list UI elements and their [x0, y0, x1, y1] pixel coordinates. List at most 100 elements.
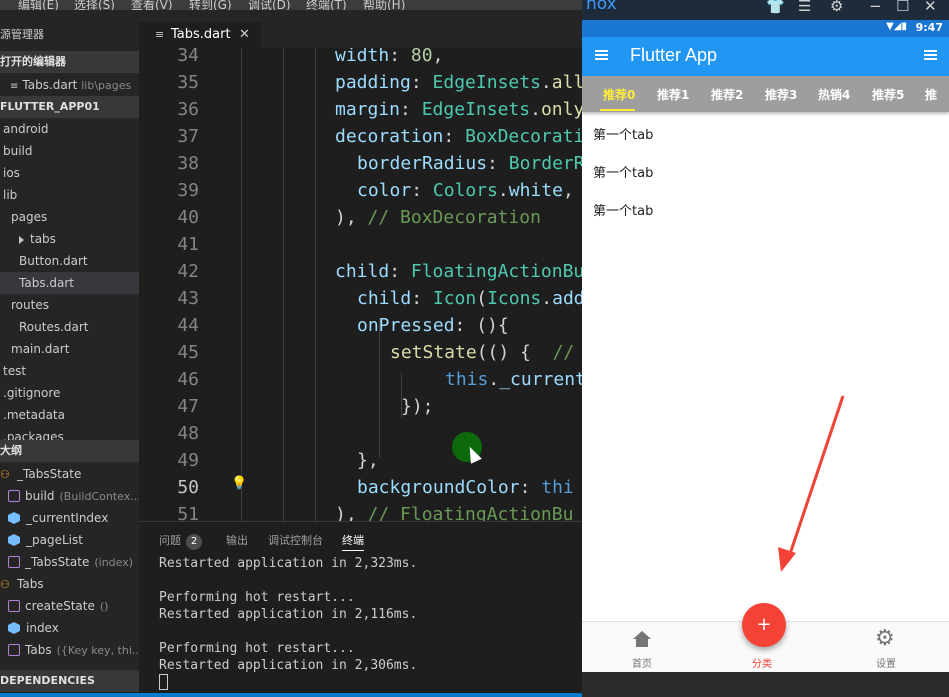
- outline-item-label: _TabsState: [17, 467, 82, 481]
- field-icon: [8, 534, 20, 546]
- tree-item[interactable]: lib: [0, 184, 139, 206]
- outline-item[interactable]: ⚇ Tabs: [0, 573, 139, 595]
- tree-item[interactable]: android: [0, 118, 139, 140]
- outline-item[interactable]: Tabs ({Key key, thi...: [0, 639, 139, 661]
- indent-guide: [379, 318, 380, 458]
- shirt-icon[interactable]: 👕: [766, 0, 785, 15]
- tab-item[interactable]: 推荐5: [872, 86, 904, 103]
- code-line: padding: EdgeInsets.all: [335, 72, 582, 93]
- menu-debug[interactable]: 调试(D): [248, 0, 291, 10]
- android-status-bar: ▼◢▮ 9:47: [582, 20, 949, 37]
- tree-item-label: Routes.dart: [19, 320, 89, 334]
- terminal-line: Performing hot restart...: [159, 641, 355, 656]
- method-icon: [8, 600, 20, 612]
- menu-edit[interactable]: 编辑(E): [18, 0, 59, 10]
- tree-item[interactable]: Tabs.dart: [0, 272, 139, 294]
- chevron-right-icon: [19, 235, 24, 244]
- line-number: 48: [177, 423, 199, 444]
- code-line: decoration: BoxDecoratio: [335, 126, 582, 147]
- tree-item[interactable]: .metadata: [0, 404, 139, 426]
- menu-selection[interactable]: 选择(S): [74, 0, 115, 10]
- line-number: 47: [177, 396, 199, 417]
- tree-item[interactable]: test: [0, 360, 139, 382]
- dart-file-icon: ≡: [155, 28, 165, 41]
- annotation-arrow: [778, 395, 845, 572]
- menu-terminal[interactable]: 终端(T): [306, 0, 347, 10]
- tab-debug-console[interactable]: 调试控制台: [268, 532, 323, 548]
- code-line: },: [357, 450, 379, 471]
- tree-item[interactable]: build: [0, 140, 139, 162]
- tab-item[interactable]: 推: [925, 86, 937, 103]
- tree-item[interactable]: ios: [0, 162, 139, 184]
- code-line: margin: EdgeInsets.only: [335, 99, 582, 120]
- outline-item[interactable]: createState (): [0, 595, 139, 617]
- editor-tab-label: Tabs.dart: [171, 27, 231, 42]
- tree-item-label: Button.dart: [19, 254, 88, 268]
- tab-item[interactable]: 推荐0: [603, 86, 635, 103]
- tree-item[interactable]: Routes.dart: [0, 316, 139, 338]
- line-number: 36: [177, 99, 199, 120]
- drawer-menu-icon[interactable]: [595, 50, 608, 60]
- code-line: color: Colors.white,: [357, 180, 574, 201]
- tree-item[interactable]: pages: [0, 206, 139, 228]
- open-editors-header[interactable]: 打开的编辑器: [0, 51, 139, 73]
- tree-item[interactable]: Button.dart: [0, 250, 139, 272]
- dependencies-header[interactable]: DEPENDENCIES: [0, 670, 139, 692]
- line-number: 38: [177, 153, 199, 174]
- tab-indicator: [600, 109, 635, 111]
- tree-item-label: Tabs.dart: [19, 276, 74, 290]
- tab-item[interactable]: 热销4: [818, 86, 850, 103]
- tab-item[interactable]: 推荐1: [657, 86, 689, 103]
- outline-item[interactable]: build (BuildContex...: [0, 485, 139, 507]
- tree-item-label: lib: [3, 188, 18, 202]
- outline-item[interactable]: _currentIndex: [0, 507, 139, 529]
- code-editor[interactable]: 34 35 36 37 38 39 40 41 42 43 44 45 46 47 48 49 50 51 wid…: [139, 48, 582, 521]
- code-line: });: [401, 396, 434, 417]
- outline-item[interactable]: _TabsState (index): [0, 551, 139, 573]
- gear-icon[interactable]: ⚙: [830, 0, 843, 15]
- file-close-icon[interactable]: ≡: [10, 81, 18, 92]
- terminal-line: Performing hot restart...: [159, 590, 355, 605]
- menu-help[interactable]: 帮助(H): [363, 0, 405, 10]
- explorer-title: 源管理器: [0, 28, 44, 41]
- minimize-icon[interactable]: −: [869, 0, 882, 15]
- project-header[interactable]: FLUTTER_APP01: [0, 96, 139, 118]
- end-drawer-menu-icon[interactable]: [924, 50, 937, 60]
- editor-tab-tabs-dart[interactable]: ≡ Tabs.dart ✕: [139, 22, 261, 48]
- menu-goto[interactable]: 转到(G): [189, 0, 232, 10]
- tree-item-label: routes: [11, 298, 49, 312]
- line-number: 34: [177, 48, 199, 66]
- menu-icon[interactable]: ☰: [798, 0, 811, 15]
- add-icon: +: [756, 614, 772, 635]
- tree-item[interactable]: tabs: [0, 228, 139, 250]
- arrow-shaft: [786, 395, 845, 561]
- open-editor-item[interactable]: ≡ Tabs.dart lib\pages: [0, 74, 139, 96]
- tab-output[interactable]: 输出: [226, 532, 248, 548]
- lightbulb-icon[interactable]: 💡: [231, 476, 247, 491]
- method-icon: [8, 490, 20, 502]
- class-icon: ⚇: [0, 468, 10, 481]
- tab-item[interactable]: 推荐3: [765, 86, 797, 103]
- app-title: Flutter App: [630, 45, 718, 65]
- floating-action-button[interactable]: +: [742, 603, 786, 647]
- close-icon[interactable]: ✕: [924, 0, 937, 15]
- outline-header[interactable]: 大纲: [0, 440, 139, 462]
- outline-item[interactable]: index: [0, 617, 139, 639]
- outline-item-label: _currentIndex: [26, 511, 109, 525]
- tree-item[interactable]: main.dart: [0, 338, 139, 360]
- line-number: 43: [177, 288, 199, 309]
- tab-item[interactable]: 推荐2: [711, 86, 743, 103]
- emulator-bottom-frame: [582, 672, 949, 697]
- maximize-icon[interactable]: ☐: [896, 0, 909, 15]
- close-icon[interactable]: ✕: [239, 22, 250, 48]
- tree-item-label: ios: [3, 166, 20, 180]
- tab-terminal[interactable]: 终端: [342, 532, 364, 551]
- tree-item[interactable]: .gitignore: [0, 382, 139, 404]
- outline-item[interactable]: _pageList: [0, 529, 139, 551]
- outline-item-label: build: [25, 489, 55, 503]
- tab-problems[interactable]: 问题 2: [159, 532, 202, 550]
- outline-item[interactable]: ⚇ _TabsState: [0, 463, 139, 485]
- tree-item[interactable]: routes: [0, 294, 139, 316]
- menu-view[interactable]: 查看(V): [131, 0, 173, 10]
- line-number: 46: [177, 369, 199, 390]
